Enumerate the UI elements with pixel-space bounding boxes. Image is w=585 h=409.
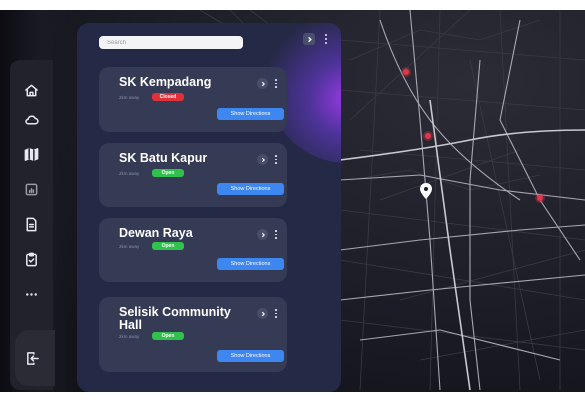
card-more-button[interactable]	[274, 229, 278, 240]
logout-button[interactable]	[19, 345, 45, 371]
bottom-edge	[0, 392, 585, 409]
more-dot	[275, 312, 277, 315]
sidebar-item-clipboard[interactable]	[18, 246, 44, 272]
sidebar-item-chart[interactable]	[18, 176, 44, 202]
location-distance: 2km away	[119, 171, 140, 176]
status-badge: Closed	[152, 93, 184, 101]
status-badge: Open	[152, 169, 184, 177]
locations-panel: SK Kempadang 2km away Closed Show Direct…	[77, 23, 341, 392]
map-icon	[24, 147, 38, 161]
panel-more-button[interactable]	[323, 32, 329, 46]
more-dot	[275, 230, 277, 232]
map-marker[interactable]	[423, 131, 433, 141]
map-marker[interactable]	[401, 67, 411, 77]
show-directions-button[interactable]: Show Directions	[217, 258, 284, 270]
chevron-right-icon	[307, 36, 312, 42]
home-icon	[24, 84, 38, 96]
location-name: SK Batu Kapur	[119, 151, 208, 165]
chevron-right-icon	[261, 232, 265, 237]
show-directions-button[interactable]: Show Directions	[217, 183, 284, 195]
show-directions-button[interactable]: Show Directions	[217, 108, 284, 120]
top-edge	[0, 0, 585, 10]
location-card[interactable]: SK Batu Kapur 2km away Open Show Directi…	[99, 143, 287, 207]
sidebar	[10, 60, 55, 390]
card-next-button[interactable]	[257, 308, 268, 319]
logout-area	[15, 330, 55, 386]
more-dot	[325, 34, 327, 36]
sidebar-item-cloud[interactable]	[18, 106, 44, 132]
more-dot	[275, 316, 277, 318]
card-next-button[interactable]	[257, 229, 268, 240]
location-card[interactable]: Dewan Raya 2km away Open Show Directions	[99, 218, 287, 282]
sidebar-item-document[interactable]	[18, 211, 44, 237]
more-dot	[325, 42, 327, 44]
location-name: SK Kempadang	[119, 75, 212, 89]
sidebar-item-home[interactable]	[18, 77, 44, 103]
more-dot	[275, 237, 277, 239]
search-input[interactable]	[99, 36, 243, 49]
more-dot	[275, 79, 277, 81]
panel-next-button[interactable]	[303, 33, 315, 45]
clipboard-icon	[25, 252, 37, 266]
more-dot	[275, 233, 277, 236]
more-dot	[275, 309, 277, 311]
chart-icon	[25, 183, 37, 195]
location-distance: 2km away	[119, 334, 140, 339]
document-icon	[26, 217, 36, 231]
location-card[interactable]: SK Kempadang 2km away Closed Show Direct…	[99, 67, 287, 132]
sidebar-item-map[interactable]	[18, 141, 44, 167]
more-dot	[275, 158, 277, 161]
chevron-right-icon	[261, 157, 265, 162]
location-name: Selisik Community Hall	[119, 305, 231, 332]
chevron-right-icon	[261, 311, 265, 316]
status-badge: Open	[152, 332, 184, 340]
card-more-button[interactable]	[274, 308, 278, 319]
map-marker[interactable]	[535, 193, 545, 203]
show-directions-button[interactable]: Show Directions	[217, 350, 284, 362]
card-more-button[interactable]	[274, 78, 278, 89]
status-badge: Open	[152, 242, 184, 250]
logout-icon	[26, 351, 39, 365]
card-more-button[interactable]	[274, 154, 278, 165]
location-name: Dewan Raya	[119, 226, 193, 240]
location-distance: 2km away	[119, 244, 140, 249]
card-next-button[interactable]	[257, 78, 268, 89]
more-dot	[275, 155, 277, 157]
more-icon	[25, 292, 37, 296]
more-dot	[275, 162, 277, 164]
more-dot	[325, 38, 327, 40]
location-card[interactable]: Selisik Community Hall 2km away Open Sho…	[99, 297, 287, 372]
card-next-button[interactable]	[257, 154, 268, 165]
cloud-icon	[24, 115, 39, 124]
sidebar-item-more[interactable]	[18, 281, 44, 307]
location-distance: 2km away	[119, 95, 140, 100]
more-dot	[275, 86, 277, 88]
chevron-right-icon	[261, 81, 265, 86]
more-dot	[275, 82, 277, 85]
